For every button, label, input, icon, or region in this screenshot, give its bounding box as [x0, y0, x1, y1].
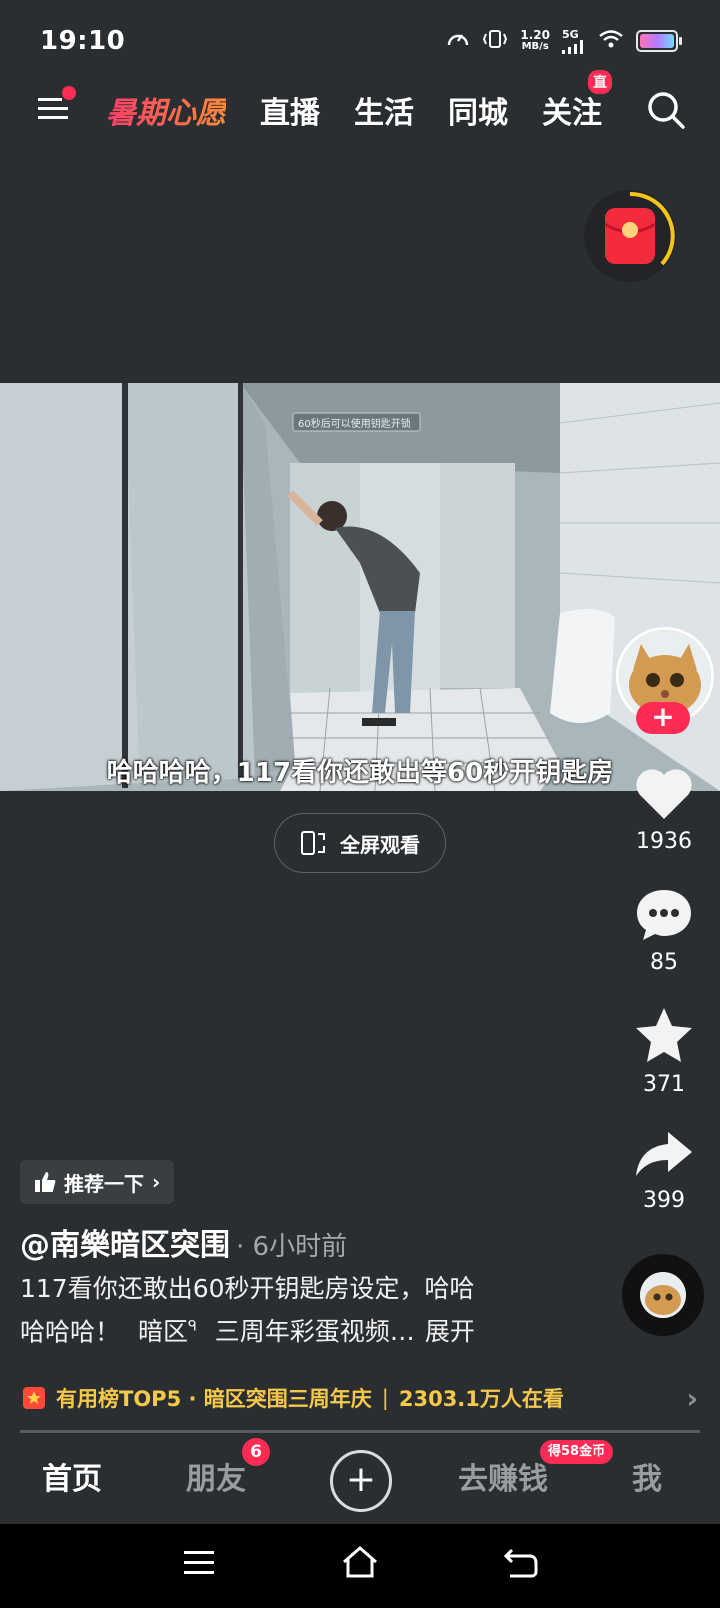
net-speed-value: 1.20 — [520, 28, 550, 42]
chevron-right-icon: › — [152, 1170, 161, 1194]
tab-following-label: 关注 — [542, 96, 602, 131]
top-nav-tabs: 暑期心愿 直播 生活 同城 关注 直 — [106, 70, 612, 132]
author-name[interactable]: @南樂暗区突围 — [20, 1220, 230, 1264]
desc-text: 哈哈哈！ — [20, 1317, 121, 1347]
fullscreen-icon — [301, 831, 325, 855]
battery-icon — [636, 30, 682, 52]
tab-local[interactable]: 同城 — [448, 88, 508, 132]
hashtag-label: 暗区 — [138, 1317, 189, 1347]
tab-friends[interactable]: 朋友 6 — [186, 1438, 270, 1498]
viewer-count: 2303.1万人在看 — [398, 1387, 564, 1411]
search-small-icon: ᑫ — [188, 1319, 197, 1335]
share-count: 399 — [643, 1188, 685, 1213]
post-description[interactable]: 117看你还敢出60秒开钥匙房设定，哈哈 哈哈哈！ 暗区ᑫ 三周年彩蛋视频… 展开 — [20, 1270, 540, 1351]
signal-icon — [562, 39, 583, 54]
red-packet-icon — [604, 191, 675, 266]
tab-earn-label: 去赚钱 — [458, 1462, 548, 1497]
tab-life[interactable]: 生活 — [354, 88, 414, 132]
home-icon[interactable] — [340, 1544, 380, 1580]
network-type: 5G — [562, 27, 579, 41]
tab-me[interactable]: 我 — [632, 1454, 662, 1498]
bottom-tabbar: 首页 朋友 6 + 去赚钱 得58金币 我 — [0, 1434, 720, 1524]
tab-following[interactable]: 关注 直 — [542, 70, 612, 132]
net-speed: 1.20 MB/s — [520, 29, 550, 53]
vibrate-icon — [482, 29, 508, 53]
video-subtitle: 哈哈哈哈，117看你还敢出等60秒开钥匙房 — [106, 758, 614, 788]
chevron-right-icon: › — [686, 1381, 698, 1415]
music-disc[interactable] — [622, 1254, 704, 1336]
share-button[interactable]: 399 — [620, 1130, 708, 1213]
recommend-label: 推荐一下 — [64, 1171, 144, 1196]
author-line: @南樂暗区突围 · 6小时前 — [20, 1220, 347, 1264]
share-icon — [636, 1132, 692, 1176]
in-video-sign-text: 60秒后可以使用钥匙开锁 — [298, 419, 411, 430]
fullscreen-button[interactable]: 全屏观看 — [274, 813, 446, 873]
tab-earn[interactable]: 去赚钱 得58金币 — [458, 1440, 614, 1498]
favorite-button[interactable]: 371 — [620, 1006, 708, 1097]
comment-button[interactable]: 85 — [620, 886, 708, 975]
friends-badge: 6 — [242, 1438, 270, 1466]
follow-button[interactable]: + — [636, 702, 690, 734]
comment-icon — [637, 890, 691, 940]
live-badge: 直 — [588, 70, 612, 94]
desc-line-1: 117看你还敢出60秒开钥匙房设定，哈哈 — [20, 1274, 475, 1303]
recents-icon[interactable] — [182, 1548, 216, 1578]
like-count: 1936 — [636, 829, 692, 854]
hot-list-bar[interactable]: 有用榜TOP5 · 暗区突围三周年庆 | 2303.1万人在看 › — [22, 1378, 698, 1418]
earn-badge: 得58金币 — [540, 1440, 614, 1464]
signal-indicator: 5G — [562, 29, 586, 54]
net-speed-unit: MB/s — [521, 41, 549, 52]
speedometer-icon — [446, 28, 470, 54]
heart-icon — [636, 769, 692, 819]
hashtag[interactable]: 暗区ᑫ — [138, 1317, 197, 1346]
search-icon — [648, 92, 685, 129]
tab-friends-label: 朋友 — [186, 1462, 246, 1497]
search-button[interactable] — [646, 90, 686, 130]
video-frame — [0, 383, 720, 791]
desc-line-2: 哈哈哈！ 暗区ᑫ 三周年彩蛋视频… 展开 — [20, 1308, 540, 1351]
system-nav-bar — [0, 1524, 720, 1608]
wifi-icon — [598, 29, 624, 53]
desc-tail: 三周年彩蛋视频… — [214, 1317, 415, 1347]
post-time: · 6小时前 — [236, 1232, 348, 1262]
back-icon[interactable] — [502, 1544, 538, 1578]
star-icon — [636, 1008, 692, 1062]
menu-button[interactable] — [36, 86, 76, 126]
favorite-count: 371 — [643, 1072, 685, 1097]
like-button[interactable]: 1936 — [620, 765, 708, 854]
expand-link[interactable]: 展开 — [425, 1317, 475, 1346]
cat-music-icon — [640, 1272, 686, 1318]
divider — [20, 1430, 700, 1433]
recommend-button[interactable]: 推荐一下 › — [20, 1160, 175, 1204]
status-icons: 1.20 MB/s 5G — [446, 26, 682, 56]
hot-list-icon — [23, 1387, 45, 1409]
hot-separator: | — [381, 1386, 389, 1410]
comment-count: 85 — [650, 950, 678, 975]
tab-live[interactable]: 直播 — [260, 88, 320, 132]
notification-dot — [62, 86, 76, 100]
thumbs-up-icon — [35, 1172, 56, 1192]
create-button[interactable]: + — [330, 1450, 392, 1512]
status-time: 19:10 — [40, 26, 126, 56]
hot-list-label: 有用榜TOP5 · 暗区突围三周年庆 — [56, 1387, 372, 1411]
video-player[interactable]: 60秒后可以使用钥匙开锁 — [0, 383, 720, 791]
tab-summer-wish[interactable]: 暑期心愿 — [106, 88, 226, 132]
tab-home[interactable]: 首页 — [42, 1454, 102, 1498]
fullscreen-label: 全屏观看 — [340, 832, 420, 857]
red-packet-button[interactable] — [584, 190, 676, 282]
